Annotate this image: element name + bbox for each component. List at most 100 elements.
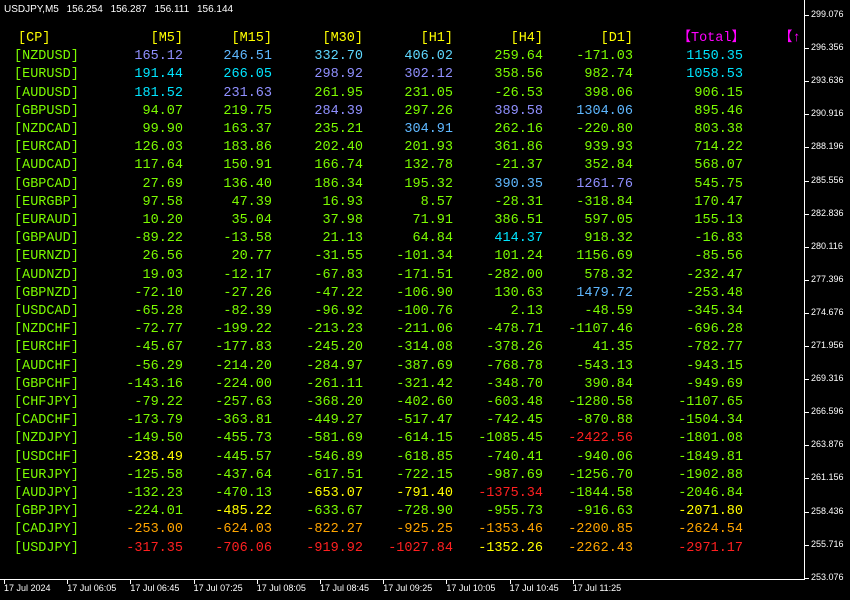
time-tick-label: 17 Jul 10:05 xyxy=(446,583,496,593)
strength-value: -782.77 xyxy=(686,340,743,356)
strength-value: -445.57 xyxy=(215,449,272,465)
strength-value: -791.40 xyxy=(396,486,453,501)
time-tick-mark xyxy=(572,580,574,584)
strength-value: -916.63 xyxy=(576,504,633,520)
price-tick-label: 253.076 xyxy=(811,571,844,582)
strength-value: -2262.43 xyxy=(568,540,633,556)
strength-value: -925.25 xyxy=(396,522,453,538)
strength-value: 406.02 xyxy=(404,49,453,65)
strength-value: 191.44 xyxy=(134,67,183,83)
price-tick-mark xyxy=(805,511,809,513)
pair-symbol: [USDCAD] xyxy=(14,304,79,319)
strength-value: 136.40 xyxy=(223,176,272,192)
time-tick-label: 17 Jul 06:05 xyxy=(67,583,117,593)
column-header: [D1] xyxy=(600,31,633,46)
pair-symbol: [GBPUSD] xyxy=(14,103,79,119)
strength-value: -2624.54 xyxy=(678,522,743,538)
strength-value: -232.47 xyxy=(686,267,743,283)
strength-value: -199.22 xyxy=(215,322,272,338)
price-tick-mark xyxy=(805,445,809,447)
price-tick-mark xyxy=(805,48,809,50)
strength-value: -28.31 xyxy=(494,194,543,210)
strength-value: 21.13 xyxy=(322,231,363,247)
time-tick-mark xyxy=(193,580,195,584)
strength-value: 906.15 xyxy=(694,85,743,101)
price-tick-mark xyxy=(805,180,809,182)
strength-value: 219.75 xyxy=(223,103,272,119)
strength-value: 8.57 xyxy=(420,194,453,210)
strength-value: -768.78 xyxy=(486,358,543,374)
price-tick-label: 285.556 xyxy=(811,174,844,185)
strength-value: 41.35 xyxy=(592,340,633,356)
pair-symbol: [AUDJPY] xyxy=(14,486,79,501)
strength-value: 183.86 xyxy=(223,140,272,156)
strength-value: -402.60 xyxy=(396,395,453,410)
column-header: 【Total】 xyxy=(677,31,745,46)
strength-value: -617.51 xyxy=(306,467,363,483)
strength-value: 231.05 xyxy=(404,85,453,101)
strength-value: 389.58 xyxy=(494,103,543,119)
strength-value: -171.51 xyxy=(396,267,453,283)
strength-value: -1107.65 xyxy=(678,395,743,410)
pair-symbol: [AUDUSD] xyxy=(14,85,79,101)
strength-value: -261.11 xyxy=(306,376,363,392)
strength-value: -2200.85 xyxy=(568,522,633,538)
price-tick-label: 258.436 xyxy=(811,505,844,516)
price-tick-mark xyxy=(805,544,809,546)
strength-value: -517.47 xyxy=(396,413,453,429)
time-tick-label: 17 Jul 08:05 xyxy=(256,583,306,593)
strength-value: 16.93 xyxy=(322,194,363,210)
column-header: [H1] xyxy=(420,31,453,46)
strength-value: 1156.69 xyxy=(576,249,633,265)
price-tick-mark xyxy=(805,478,809,480)
strength-value: 398.06 xyxy=(584,85,633,101)
time-tick-label: 17 Jul 2024 xyxy=(4,583,51,593)
strength-value: 939.93 xyxy=(584,140,633,156)
pair-symbol: [CHFJPY] xyxy=(14,395,79,410)
strength-value: 165.12 xyxy=(134,49,183,65)
strength-value: 35.04 xyxy=(231,213,272,228)
pair-symbol: [EURCHF] xyxy=(14,340,79,356)
chart-symbol: USDJPY,M5 xyxy=(4,4,59,15)
price-tick-label: 263.876 xyxy=(811,439,844,450)
strength-value: 414.37 xyxy=(494,231,543,247)
price-tick-label: 288.196 xyxy=(811,141,844,152)
strength-value: 714.22 xyxy=(694,140,743,156)
pair-symbol: [NZDCAD] xyxy=(14,122,79,137)
strength-value: -378.26 xyxy=(486,340,543,356)
strength-value: -96.92 xyxy=(314,304,363,319)
strength-value: -1353.46 xyxy=(478,522,543,538)
strength-value: -143.16 xyxy=(126,376,183,392)
strength-value: -318.84 xyxy=(576,194,633,210)
strength-value: -387.69 xyxy=(396,358,453,374)
strength-value: -1107.46 xyxy=(568,322,633,338)
strength-value: -79.22 xyxy=(134,395,183,410)
pair-symbol: [CADJPY] xyxy=(14,522,79,538)
pair-symbol: [NZDUSD] xyxy=(14,49,79,65)
strength-value: -82.39 xyxy=(223,304,272,319)
strength-value: 201.93 xyxy=(404,140,453,156)
strength-value: -173.79 xyxy=(126,413,183,429)
close-price: 156.144 xyxy=(196,4,234,15)
strength-value: -211.06 xyxy=(396,322,453,338)
strength-value: 298.92 xyxy=(314,67,363,83)
strength-value: 568.07 xyxy=(694,158,743,174)
strength-value: -546.89 xyxy=(306,449,363,465)
pair-symbol: [USDCHF] xyxy=(14,449,79,465)
high-price: 156.287 xyxy=(110,4,147,15)
time-tick-label: 17 Jul 07:25 xyxy=(193,583,243,593)
strength-value: 64.84 xyxy=(412,231,453,247)
price-tick-mark xyxy=(805,147,809,149)
price-tick-label: 280.116 xyxy=(811,240,843,251)
column-header: [M15] xyxy=(231,31,272,46)
strength-value: 71.91 xyxy=(412,213,453,228)
strength-value: -2971.17 xyxy=(678,540,743,556)
strength-value: -1256.70 xyxy=(568,467,633,483)
strength-value: -12.17 xyxy=(223,267,272,283)
strength-value: 130.63 xyxy=(494,285,543,301)
strength-value: 163.37 xyxy=(223,122,272,137)
strength-value: -125.58 xyxy=(126,467,183,483)
strength-value: 578.32 xyxy=(584,267,633,283)
time-tick-mark xyxy=(130,580,132,584)
price-tick-label: 277.396 xyxy=(811,273,844,284)
